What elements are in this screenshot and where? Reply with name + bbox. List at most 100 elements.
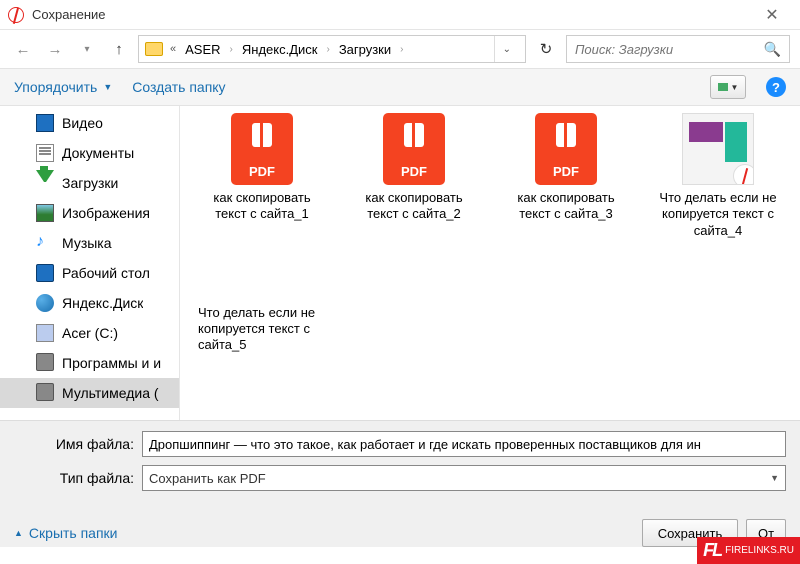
- pdf-icon: PDF: [535, 113, 597, 185]
- chevron-up-icon: ▲: [14, 528, 23, 538]
- forward-icon: →: [42, 36, 68, 62]
- sidebar-item[interactable]: Яндекс.Диск: [0, 288, 179, 318]
- sidebar-item[interactable]: Документы: [0, 138, 179, 168]
- down-icon: [36, 170, 54, 188]
- view-button[interactable]: ▼: [710, 75, 746, 99]
- sidebar-item[interactable]: Мультимедиа (: [0, 378, 179, 408]
- chevron-right-icon[interactable]: ›: [323, 44, 332, 55]
- yadisk-icon: [36, 294, 54, 312]
- view-icon: [718, 83, 728, 91]
- pdf-icon: PDF: [231, 113, 293, 185]
- chevron-down-icon: ▼: [103, 82, 112, 92]
- pdf-ext-label: PDF: [249, 164, 275, 185]
- sidebar-item[interactable]: Acer (C:): [0, 318, 179, 348]
- sidebar-item-label: Программы и и: [62, 355, 161, 371]
- help-icon[interactable]: ?: [766, 77, 786, 97]
- chevron-icon[interactable]: «: [167, 43, 179, 55]
- sidebar-item-label: Видео: [62, 115, 103, 131]
- organize-button[interactable]: Упорядочить ▼: [14, 79, 112, 95]
- sidebar: Видео Документы Загрузки Изображения ♪ Музыка…: [0, 106, 180, 420]
- new-folder-button[interactable]: Создать папку: [132, 79, 225, 95]
- sidebar-item-label: Acer (C:): [62, 325, 118, 341]
- sidebar-item-label: Загрузки: [62, 175, 118, 191]
- yandex-icon: [8, 7, 24, 23]
- organize-label: Упорядочить: [14, 79, 97, 95]
- filetype-select[interactable]: Сохранить как PDF ▼: [142, 465, 786, 491]
- address-dropdown-icon[interactable]: ⌄: [494, 36, 519, 62]
- sidebar-item[interactable]: Рабочий стол: [0, 258, 179, 288]
- sidebar-item[interactable]: Программы и и: [0, 348, 179, 378]
- chevron-right-icon[interactable]: ›: [397, 44, 406, 55]
- file-thumb: [681, 112, 755, 186]
- refresh-icon[interactable]: ↻: [532, 35, 560, 63]
- folder-icon: [145, 42, 163, 56]
- file-area[interactable]: PDF как скопировать текст с сайта_1 PDF как…: [180, 106, 800, 420]
- file-name: Что делать если не копируется текст с са…: [198, 305, 338, 354]
- document-icon: [682, 113, 754, 185]
- sidebar-item[interactable]: Загрузки: [0, 168, 179, 198]
- hide-folders-label: Скрыть папки: [29, 525, 118, 541]
- file-item[interactable]: PDF как скопировать текст с сайта_2: [350, 112, 478, 239]
- toolbar: Упорядочить ▼ Создать папку ▼ ?: [0, 68, 800, 106]
- pdf-icon: PDF: [383, 113, 445, 185]
- hide-folders-button[interactable]: ▲ Скрыть папки: [14, 525, 118, 541]
- file-item[interactable]: PDF как скопировать текст с сайта_3: [502, 112, 630, 239]
- chevron-right-icon[interactable]: ›: [227, 44, 236, 55]
- back-icon[interactable]: ←: [10, 36, 36, 62]
- file-thumb: PDF: [529, 112, 603, 186]
- file-item[interactable]: Что делать если не копируется текст с са…: [198, 305, 338, 354]
- desk-icon: [36, 264, 54, 282]
- yandex-badge-icon: [733, 164, 754, 185]
- drive2-icon: [36, 383, 54, 401]
- sidebar-item[interactable]: ♪ Музыка: [0, 228, 179, 258]
- breadcrumb-root[interactable]: ASER: [183, 42, 222, 57]
- close-icon[interactable]: ✕: [752, 5, 792, 25]
- filename-label: Имя файла:: [14, 436, 134, 452]
- nav-bar: ← → ▾ ↑ « ASER › Яндекс.Диск › Загрузки …: [0, 30, 800, 68]
- search-box[interactable]: 🔍: [566, 35, 790, 63]
- breadcrumb-leaf[interactable]: Загрузки: [337, 42, 393, 57]
- acer-icon: [36, 324, 54, 342]
- file-name: как скопировать текст с сайта_3: [502, 190, 630, 223]
- file-thumb: PDF: [377, 112, 451, 186]
- drive2-icon: [36, 353, 54, 371]
- filename-input-wrap[interactable]: [142, 431, 786, 457]
- sidebar-item-label: Яндекс.Диск: [62, 295, 143, 311]
- titlebar: Сохранение ✕: [0, 0, 800, 30]
- file-item[interactable]: PDF как скопировать текст с сайта_1: [198, 112, 326, 239]
- file-name: как скопировать текст с сайта_2: [350, 190, 478, 223]
- img-icon: [36, 204, 54, 222]
- watermark-text: FIRELINKS.RU: [725, 545, 794, 556]
- filename-input[interactable]: [149, 437, 779, 452]
- up-icon[interactable]: ↑: [106, 36, 132, 62]
- filetype-label: Тип файла:: [14, 470, 134, 486]
- file-name: как скопировать текст с сайта_1: [198, 190, 326, 223]
- sidebar-item[interactable]: Изображения: [0, 198, 179, 228]
- chevron-down-icon: ▼: [770, 473, 779, 483]
- save-form: Имя файла: Тип файла: Сохранить как PDF …: [0, 420, 800, 511]
- watermark-logo: FL: [703, 540, 721, 561]
- address-bar[interactable]: « ASER › Яндекс.Диск › Загрузки › ⌄: [138, 35, 526, 63]
- doc-icon: [36, 144, 54, 162]
- search-input[interactable]: [575, 42, 764, 57]
- breadcrumb-mid[interactable]: Яндекс.Диск: [240, 42, 320, 57]
- pdf-ext-label: PDF: [401, 164, 427, 185]
- file-name: Что делать если не копируется текст с са…: [654, 190, 782, 239]
- watermark: FL FIRELINKS.RU: [697, 537, 800, 564]
- pdf-ext-label: PDF: [553, 164, 579, 185]
- window-title: Сохранение: [32, 7, 106, 22]
- sidebar-item-label: Музыка: [62, 235, 112, 251]
- filetype-value: Сохранить как PDF: [149, 471, 266, 486]
- recent-dropdown-icon[interactable]: ▾: [74, 36, 100, 62]
- music-icon: ♪: [36, 234, 54, 252]
- file-thumb: PDF: [225, 112, 299, 186]
- chevron-down-icon: ▼: [731, 83, 739, 92]
- sidebar-item-label: Рабочий стол: [62, 265, 150, 281]
- sidebar-item-label: Мультимедиа (: [62, 385, 159, 401]
- video-icon: [36, 114, 54, 132]
- dialog-actions: ▲ Скрыть папки Сохранить От: [0, 511, 800, 547]
- search-icon[interactable]: 🔍: [764, 41, 781, 58]
- sidebar-item[interactable]: Видео: [0, 108, 179, 138]
- file-item[interactable]: Что делать если не копируется текст с са…: [654, 112, 782, 239]
- sidebar-item-label: Документы: [62, 145, 134, 161]
